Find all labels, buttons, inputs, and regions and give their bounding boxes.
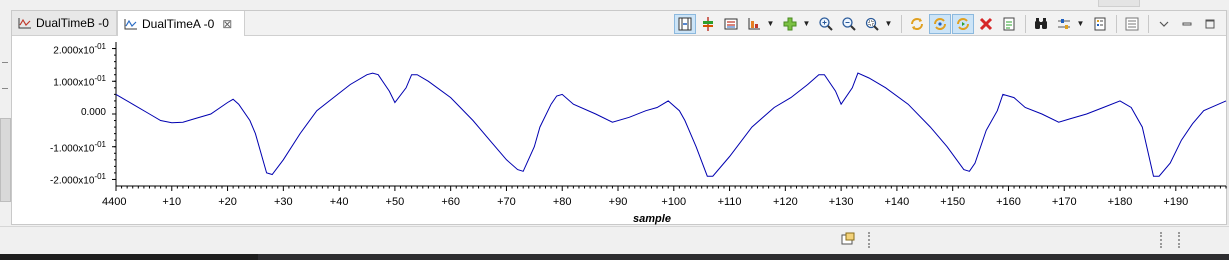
- y-tick-label: 2.000x10-01: [28, 42, 106, 56]
- close-icon[interactable]: ⊠: [222, 17, 232, 31]
- y-tick-mantissa: -2.000x10: [49, 175, 95, 187]
- top-strip: [0, 0, 1229, 10]
- x-tick-label: +100: [661, 196, 687, 208]
- toolbar-overflow-tail: [1098, 0, 1140, 7]
- y-tick-label: 0.000: [28, 107, 106, 118]
- graph-toolbar: ▼ ▼ ▼ ▼: [674, 13, 1222, 34]
- x-tick-label: 4400: [102, 196, 127, 208]
- x-tick-label: +60: [441, 196, 461, 208]
- x-tick-label: +190: [1163, 196, 1189, 208]
- y-tick-mantissa: -1.000x10: [49, 143, 95, 155]
- zoom-in-icon[interactable]: [815, 14, 837, 34]
- data-settings-icon[interactable]: [1053, 14, 1075, 34]
- binoculars-icon[interactable]: [1030, 14, 1052, 34]
- add-marker-icon[interactable]: [697, 14, 719, 34]
- y-tick-exponent: -01: [94, 74, 106, 84]
- chart-area[interactable]: 2.000x10-01 1.000x10-01 0.000 -1.000x10-01-…: [12, 36, 1228, 226]
- chevron-down-icon[interactable]: ▼: [802, 14, 811, 34]
- gutter-mark: [2, 62, 8, 63]
- taskbar-left: [0, 254, 258, 260]
- toolbar-separator: [1025, 14, 1026, 33]
- x-tick-label: +170: [1051, 196, 1077, 208]
- x-tick-label: +120: [772, 196, 798, 208]
- measure-icon[interactable]: [720, 14, 742, 34]
- maximize-icon[interactable]: [1199, 14, 1221, 34]
- y-tick-exponent: -01: [94, 41, 106, 51]
- series-line: [115, 72, 1227, 177]
- refresh-icon[interactable]: [906, 14, 928, 34]
- chevron-down-icon[interactable]: ▼: [766, 14, 775, 34]
- y-tick-exponent: -01: [94, 172, 106, 182]
- x-tick-label: +90: [608, 196, 628, 208]
- y-tick-mantissa: 1.000x10: [53, 77, 95, 89]
- status-grip: [868, 232, 871, 248]
- x-tick-label: +10: [162, 196, 182, 208]
- export-icon[interactable]: [998, 14, 1020, 34]
- graph-icon: [18, 18, 31, 29]
- add-graph-icon[interactable]: [779, 14, 801, 34]
- toolbar-separator: [901, 14, 902, 33]
- y-tick-exponent: -01: [94, 139, 106, 149]
- x-tick-label: +140: [884, 196, 910, 208]
- x-tick-label: +30: [273, 196, 293, 208]
- x-tick-label: +50: [385, 196, 405, 208]
- graph-icon: [124, 18, 137, 29]
- x-axis-title: sample: [633, 213, 671, 225]
- zoom-region-icon[interactable]: [861, 14, 883, 34]
- gutter-mark: [2, 88, 8, 89]
- status-device-icon[interactable]: [840, 231, 856, 247]
- status-bar: [0, 226, 1229, 254]
- align-cursors-icon[interactable]: [674, 13, 696, 34]
- x-tick-label: +70: [497, 196, 516, 208]
- x-tick-label: +150: [940, 196, 966, 208]
- x-tick-label: +20: [218, 196, 237, 208]
- clear-graph-icon[interactable]: [975, 14, 997, 34]
- view-menu-icon[interactable]: [1153, 14, 1175, 34]
- minimize-icon[interactable]: [1176, 14, 1198, 34]
- toolbar-separator: [1116, 14, 1117, 33]
- display-properties-icon[interactable]: [743, 14, 765, 34]
- tab-dualtimea[interactable]: DualTimeA -0 ⊠: [117, 11, 245, 36]
- tab-bar: DualTimeB -0 DualTimeA -0 ⊠ ▼ ▼ ▼ ▼: [12, 11, 1226, 36]
- tab-label: DualTimeB -0: [36, 16, 109, 30]
- x-tick-label: +110: [717, 196, 742, 208]
- x-tick-label: +130: [828, 196, 854, 208]
- tab-label: DualTimeA -0: [142, 16, 215, 31]
- graph-properties-icon[interactable]: [1089, 14, 1111, 34]
- tab-dualtimeb[interactable]: DualTimeB -0: [12, 11, 117, 35]
- y-tick-label: 1.000x10-01: [28, 74, 106, 88]
- x-tick-label: +80: [552, 196, 572, 208]
- chevron-down-icon[interactable]: ▼: [884, 14, 893, 34]
- graph-view: DualTimeB -0 DualTimeA -0 ⊠ ▼ ▼ ▼ ▼ 2.00…: [11, 10, 1227, 225]
- zoom-out-icon[interactable]: [838, 14, 860, 34]
- continuous-refresh-icon[interactable]: [952, 13, 974, 34]
- y-tick-label: -1.000x10-01: [28, 140, 106, 154]
- left-panel-scrollbar[interactable]: [0, 118, 11, 202]
- x-tick-label: +180: [1107, 196, 1133, 208]
- status-grip: [1160, 232, 1163, 248]
- status-grip: [1178, 232, 1181, 248]
- x-tick-label: +160: [996, 196, 1021, 208]
- y-tick-mantissa: 0.000: [80, 107, 106, 118]
- y-tick-mantissa: 2.000x10: [53, 44, 95, 56]
- x-tick-label: +40: [329, 196, 349, 208]
- auto-refresh-icon[interactable]: [929, 13, 951, 34]
- left-panel-gutter: [0, 10, 11, 225]
- chevron-down-icon[interactable]: ▼: [1076, 14, 1085, 34]
- view-list-icon[interactable]: [1121, 14, 1143, 34]
- taskbar-strip: [0, 254, 1229, 260]
- toolbar-separator: [1148, 14, 1149, 33]
- y-tick-label: -2.000x10-01: [28, 172, 106, 186]
